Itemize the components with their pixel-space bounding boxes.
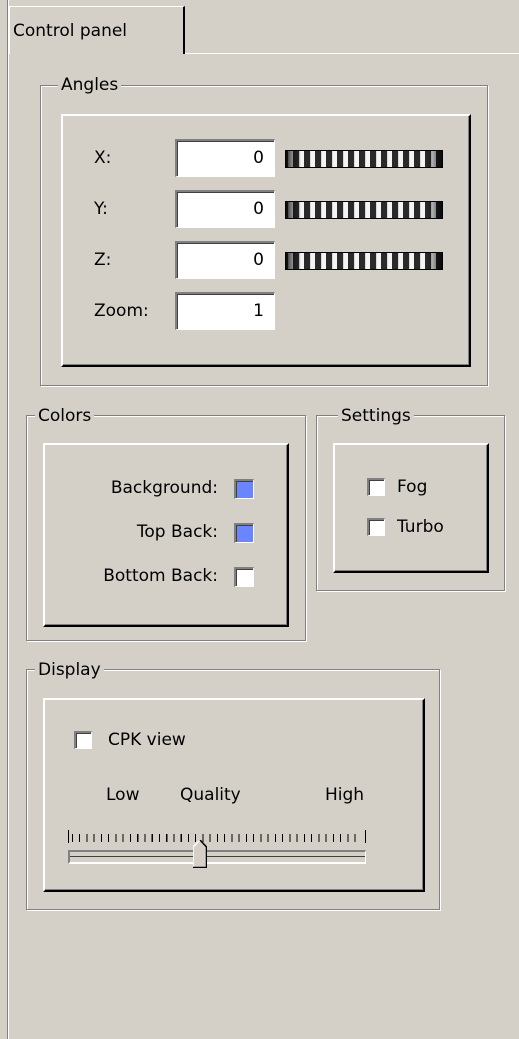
angle-x-thumbwheel[interactable] bbox=[285, 150, 443, 168]
zoom-label: Zoom: bbox=[94, 301, 149, 321]
settings-panel bbox=[333, 443, 489, 573]
quality-high-label: High bbox=[325, 785, 365, 805]
quality-label: Quality bbox=[180, 785, 241, 805]
angle-z-thumbwheel[interactable] bbox=[285, 252, 443, 270]
bottom-back-color-swatch[interactable] bbox=[234, 567, 254, 587]
fog-checkbox[interactable] bbox=[367, 478, 385, 496]
quality-slider-ticks bbox=[72, 834, 362, 842]
background-color-label: Background: bbox=[110, 478, 218, 498]
top-back-color-swatch[interactable] bbox=[234, 523, 254, 543]
cpk-view-checkbox[interactable] bbox=[74, 731, 92, 749]
zoom-field[interactable]: 1 bbox=[175, 292, 275, 330]
angle-x-field[interactable]: 0 bbox=[175, 139, 275, 177]
angle-z-field[interactable]: 0 bbox=[175, 241, 275, 279]
colors-legend: Colors bbox=[35, 406, 95, 426]
angle-z-label: Z: bbox=[94, 250, 112, 270]
tab-control-panel-label: Control panel bbox=[13, 21, 128, 41]
fog-label: Fog bbox=[397, 477, 428, 497]
quality-slider-track bbox=[68, 850, 366, 864]
turbo-label: Turbo bbox=[397, 517, 444, 537]
top-back-color-label: Top Back: bbox=[136, 522, 218, 542]
quality-low-label: Low bbox=[106, 785, 140, 805]
angle-y-field[interactable]: 0 bbox=[175, 190, 275, 228]
angle-x-label: X: bbox=[94, 148, 112, 168]
tab-baseline bbox=[185, 53, 519, 54]
quality-slider[interactable] bbox=[68, 830, 366, 874]
quality-slider-max-tick bbox=[365, 830, 366, 843]
angles-legend: Angles bbox=[58, 75, 122, 95]
quality-slider-min-tick bbox=[68, 830, 69, 843]
display-legend: Display bbox=[35, 660, 104, 680]
turbo-checkbox[interactable] bbox=[367, 518, 385, 536]
settings-legend: Settings bbox=[338, 406, 414, 426]
angle-y-thumbwheel[interactable] bbox=[285, 201, 443, 219]
quality-slider-thumb[interactable] bbox=[193, 840, 207, 868]
angle-y-label: Y: bbox=[94, 199, 108, 219]
background-color-swatch[interactable] bbox=[234, 479, 254, 499]
cpk-view-label: CPK view bbox=[108, 730, 186, 750]
tab-control-panel[interactable]: Control panel bbox=[9, 6, 185, 54]
bottom-back-color-label: Bottom Back: bbox=[103, 566, 218, 586]
window-left-edge-highlight bbox=[8, 0, 9, 1039]
